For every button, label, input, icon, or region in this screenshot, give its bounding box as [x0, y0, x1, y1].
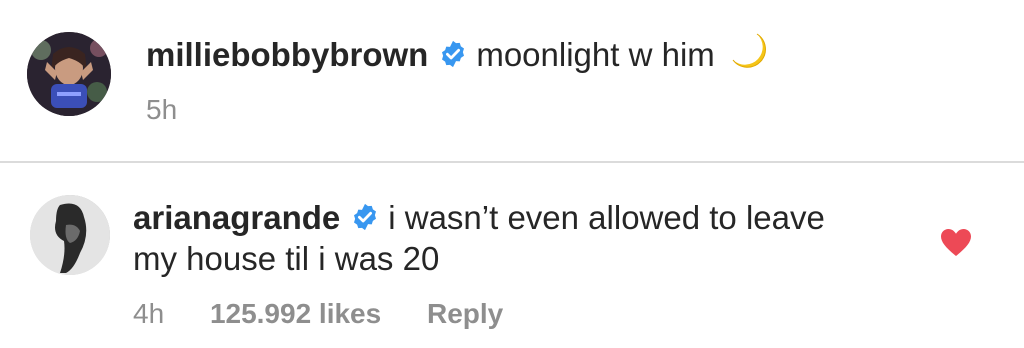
comment-text-line-2: my house til i was 20 [133, 240, 440, 277]
verified-badge-icon [438, 38, 468, 78]
reply-button[interactable]: Reply [427, 298, 503, 329]
post-caption-text: moonlight w him [476, 36, 715, 73]
comment-timestamp: 4h [133, 298, 165, 329]
post-username[interactable]: milliebobbybrown [146, 36, 428, 73]
comment-author-avatar[interactable] [30, 195, 110, 275]
comment-line-1: arianagrande i wasn’t even allowed to lea… [133, 198, 825, 241]
heart-icon[interactable] [940, 228, 972, 258]
post-timestamp: 5h [146, 94, 178, 125]
verified-badge-icon [350, 201, 380, 241]
post-caption: milliebobbybrown moonlight w him 5h [0, 0, 1024, 162]
caption-line: milliebobbybrown moonlight w him [146, 30, 769, 81]
avatar-image [30, 195, 110, 275]
comment-likes-count[interactable]: 125.992 likes [210, 298, 381, 329]
divider [0, 161, 1024, 163]
post-meta: 5h [146, 94, 177, 126]
comment-username[interactable]: arianagrande [133, 199, 340, 236]
comment-line-2: my house til i was 20 [133, 239, 439, 279]
avatar-image [27, 32, 111, 116]
crescent-moon-icon [727, 30, 769, 81]
comment-meta: 4h 125.992 likes Reply [133, 298, 503, 330]
post-author-avatar[interactable] [27, 32, 111, 116]
comment-text-line-1: i wasn’t even allowed to leave [388, 199, 825, 236]
